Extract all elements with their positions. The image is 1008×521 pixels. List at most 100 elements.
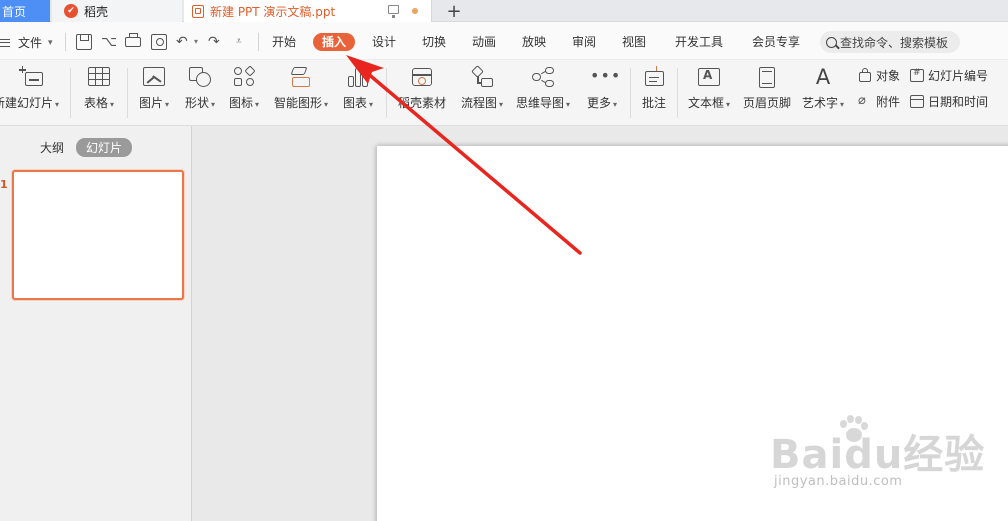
chevron-down-icon: ▾ — [499, 100, 504, 109]
object-icon — [858, 68, 872, 82]
textbox-label: 文本框 — [687, 96, 724, 110]
header-footer-icon — [755, 66, 779, 88]
object-label: 对象 — [876, 68, 901, 83]
new-slide-label: 新建幻灯片 — [0, 96, 53, 110]
redo-icon[interactable]: ↷ — [208, 34, 224, 50]
wordart-label: 艺术字 — [801, 96, 838, 110]
shape-button[interactable]: 形状 ▾ — [182, 66, 218, 118]
paw-logo-icon — [834, 412, 872, 450]
icon-button[interactable]: 图标 ▾ — [226, 65, 262, 118]
tab-transition[interactable]: 切换 — [422, 33, 446, 51]
doke-logo-icon: ✔ — [64, 4, 78, 18]
tab-doke[interactable]: ✔ 稻壳 — [52, 0, 182, 22]
insert-ribbon: 新建幻灯片▾ 表格▾ 图片▾ 形状▾ — [0, 60, 1008, 126]
picture-icon — [142, 66, 166, 88]
flowchart-label: 流程图 — [460, 96, 497, 110]
tab-animation[interactable]: 动画 — [472, 33, 496, 51]
tab-slides[interactable]: 幻灯片 — [76, 138, 133, 157]
object-button[interactable]: 对象 — [858, 66, 900, 84]
tab-view[interactable]: 视图 — [622, 33, 646, 51]
tab-developer-tools[interactable]: 开发工具 — [675, 33, 723, 51]
chevron-down-icon: ▾ — [48, 37, 53, 48]
mindmap-icon — [531, 66, 555, 88]
tab-review[interactable]: 审阅 — [572, 33, 596, 51]
attachment-button[interactable]: ⌀ 附件 — [858, 92, 900, 110]
watermark-url: jingyan.baidu.com — [774, 474, 903, 489]
monitor-icon[interactable] — [388, 5, 399, 18]
tab-document[interactable]: 新建 PPT 演示文稿.ppt — [184, 0, 432, 22]
chevron-down-icon: ▾ — [840, 100, 845, 109]
panel-tabs: 大纲 幻灯片 — [40, 138, 133, 157]
new-tab-button[interactable]: + — [442, 0, 466, 22]
comment-label: 批注 — [641, 96, 666, 110]
tab-doke-label: 稻壳 — [84, 4, 109, 19]
undo-dropdown-icon[interactable]: ▾ — [194, 34, 202, 50]
slide-panel: 大纲 幻灯片 1 — [0, 126, 192, 521]
slide-number-icon: # — [910, 68, 924, 82]
picture-button[interactable]: 图片 ▾ — [136, 66, 172, 118]
file-menu[interactable]: 文件 ▾ — [0, 34, 53, 51]
flowchart-button[interactable]: 流程图 ▾ — [458, 65, 506, 118]
comment-icon — [642, 66, 666, 88]
more-button[interactable]: ••• 更多 ▾ — [582, 66, 622, 118]
customize-toolbar-icon[interactable]: ⩡ — [236, 34, 252, 50]
smart-art-icon — [289, 66, 313, 88]
print-icon[interactable] — [125, 33, 141, 47]
slide-number: 1 — [0, 178, 8, 191]
comment-button[interactable]: 批注 — [636, 66, 672, 118]
tab-member[interactable]: 会员专享 — [752, 33, 800, 51]
save-icon[interactable] — [76, 34, 92, 50]
icon-library-icon — [232, 65, 256, 88]
calendar-icon — [910, 94, 924, 108]
smart-art-button[interactable]: 智能图形 ▾ — [272, 66, 330, 118]
chart-icon — [346, 66, 370, 88]
paperclip-icon: ⌀ — [858, 93, 866, 108]
watermark-main-text: Baidu经验 — [770, 432, 986, 478]
slide-number-button[interactable]: # 幻灯片编号 — [910, 66, 988, 84]
date-time-button[interactable]: 日期和时间 — [910, 92, 988, 110]
more-dots-icon: ••• — [590, 66, 622, 85]
chevron-down-icon: ▾ — [110, 100, 115, 109]
attachment-label: 附件 — [876, 94, 901, 109]
doke-material-button[interactable]: 稻壳素材 — [396, 66, 448, 118]
command-search-placeholder: 查找命令、搜索模板 — [840, 35, 949, 50]
header-footer-button[interactable]: 页眉页脚 — [742, 66, 792, 118]
mindmap-button[interactable]: 思维导图 ▾ — [514, 66, 572, 118]
table-button[interactable]: 表格 ▾ — [80, 66, 118, 118]
divider — [677, 68, 678, 118]
divider — [630, 68, 631, 118]
format-painter-icon[interactable]: ⌥ — [101, 34, 117, 50]
doke-material-label: 稻壳素材 — [397, 96, 446, 110]
tab-insert[interactable]: 插入 — [313, 33, 356, 51]
tab-design[interactable]: 设计 — [372, 33, 396, 51]
header-footer-label: 页眉页脚 — [742, 96, 791, 110]
chart-label: 图表 — [342, 96, 367, 110]
undo-icon[interactable]: ↶ — [176, 34, 192, 50]
tab-home[interactable]: 首页 — [0, 0, 50, 22]
date-time-label: 日期和时间 — [928, 94, 989, 109]
tab-outline[interactable]: 大纲 — [40, 139, 64, 156]
tab-home-label: 首页 — [2, 4, 27, 19]
new-slide-icon — [19, 66, 43, 88]
slide-number-label: 幻灯片编号 — [928, 68, 989, 83]
mindmap-label: 思维导图 — [515, 96, 564, 110]
search-icon — [826, 36, 837, 48]
chevron-down-icon: ▾ — [165, 100, 170, 109]
command-search[interactable]: 查找命令、搜索模板 — [820, 31, 960, 53]
slide-thumbnail[interactable] — [12, 170, 184, 300]
table-label: 表格 — [83, 96, 108, 110]
divider — [127, 68, 128, 118]
plus-icon: + — [446, 0, 462, 22]
table-icon — [87, 66, 111, 88]
chart-button[interactable]: 图表 ▾ — [340, 66, 376, 118]
wordart-button[interactable]: A 艺术字 ▾ — [800, 66, 846, 118]
print-preview-icon[interactable] — [151, 34, 167, 50]
tab-start[interactable]: 开始 — [272, 33, 296, 51]
more-label: 更多 — [586, 96, 611, 110]
icon-label: 图标 — [228, 96, 253, 110]
new-slide-button[interactable]: 新建幻灯片▾ — [0, 66, 62, 118]
chevron-down-icon: ▾ — [566, 100, 571, 109]
textbox-button[interactable]: A 文本框 ▾ — [684, 66, 734, 118]
wordart-icon: A — [815, 65, 831, 89]
tab-slideshow[interactable]: 放映 — [522, 33, 546, 51]
